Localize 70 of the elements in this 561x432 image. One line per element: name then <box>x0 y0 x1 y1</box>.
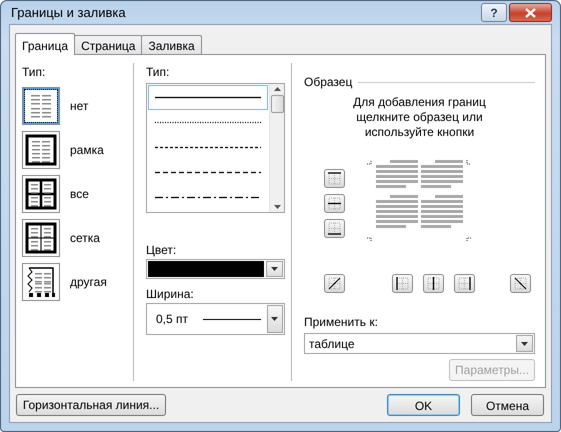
width-label: Ширина: <box>146 286 195 303</box>
no-border-icon <box>25 90 57 122</box>
preset-label: другая <box>70 274 107 291</box>
grid-border-icon <box>25 222 57 254</box>
apply-to-label: Применить к: <box>304 314 379 331</box>
cancel-button[interactable]: Отмена <box>471 394 544 416</box>
preset-label: рамка <box>70 142 104 159</box>
border-button[interactable] <box>454 274 475 293</box>
diagonal-down-border-icon <box>512 275 529 292</box>
apply-to-value: таблице <box>308 336 356 352</box>
caret-icon <box>521 342 528 346</box>
color-label: Цвет: <box>146 242 178 259</box>
line-sample-icon <box>155 96 261 99</box>
preset-label: нет <box>70 98 88 115</box>
scroll-down-icon <box>274 205 280 209</box>
all-borders-icon <box>25 178 57 210</box>
tab[interactable]: Граница <box>15 33 76 55</box>
caret-icon <box>271 317 278 321</box>
line-sample-icon <box>202 318 261 320</box>
help-button[interactable]: ? <box>481 3 507 22</box>
window-title: Границы и заливка <box>10 4 127 22</box>
border-button[interactable] <box>392 274 413 293</box>
setting-label: Тип: <box>22 64 46 81</box>
line-sample-icon <box>155 146 261 149</box>
custom-border-icon <box>25 266 57 298</box>
preset-button[interactable] <box>22 263 60 301</box>
close-button[interactable] <box>509 3 552 22</box>
preset-label: сетка <box>70 230 100 247</box>
diagonal-up-border-icon <box>326 275 343 292</box>
line-sample-icon <box>155 121 261 124</box>
border-button[interactable] <box>324 274 345 293</box>
box-border-icon <box>25 134 57 166</box>
preset-button[interactable] <box>22 219 60 257</box>
line-style-label: Тип: <box>146 64 170 81</box>
border-button[interactable] <box>510 274 531 293</box>
preset-button[interactable] <box>22 131 60 169</box>
tab[interactable]: Страница <box>74 35 142 54</box>
ok-button[interactable]: OK <box>387 394 460 416</box>
bottom-border-icon <box>326 220 343 236</box>
preset-button[interactable] <box>22 87 60 125</box>
caret-icon <box>271 267 278 271</box>
dropdown-button[interactable] <box>266 305 283 333</box>
preset-button[interactable] <box>22 175 60 213</box>
preview-hint: Для добавления границ щелкните образец или используйте кнопки <box>352 95 487 140</box>
line-sample-icon <box>155 196 261 199</box>
width-value: 0,5 пт <box>155 311 190 328</box>
scrollbar[interactable] <box>269 84 284 212</box>
apply-to-dropdown[interactable]: таблице <box>304 333 535 354</box>
top-border-icon <box>326 170 343 186</box>
border-button[interactable] <box>324 218 345 238</box>
scroll-up-icon <box>274 87 280 91</box>
tab[interactable]: Заливка <box>141 35 202 54</box>
width-dropdown[interactable]: 0,5 пт <box>146 303 285 335</box>
border-button[interactable] <box>324 194 345 212</box>
close-icon <box>525 8 536 18</box>
inside-horizontal-border-icon <box>326 194 343 212</box>
dropdown-button[interactable] <box>516 335 533 352</box>
line-sample-icon <box>155 171 261 174</box>
scroll-thumb[interactable] <box>270 95 284 113</box>
border-button[interactable] <box>324 168 345 188</box>
color-dropdown[interactable] <box>146 259 285 279</box>
preset-label: все <box>70 186 89 203</box>
preview-title: Образец <box>304 74 352 91</box>
horizontal-line-button[interactable]: Горизонтальная линия... <box>16 394 166 416</box>
dropdown-button[interactable] <box>266 261 283 277</box>
left-border-icon <box>394 275 411 292</box>
inside-vertical-border-icon <box>425 275 442 292</box>
border-button[interactable] <box>423 274 444 293</box>
right-border-icon <box>456 275 473 292</box>
line-style-option[interactable] <box>148 85 268 110</box>
